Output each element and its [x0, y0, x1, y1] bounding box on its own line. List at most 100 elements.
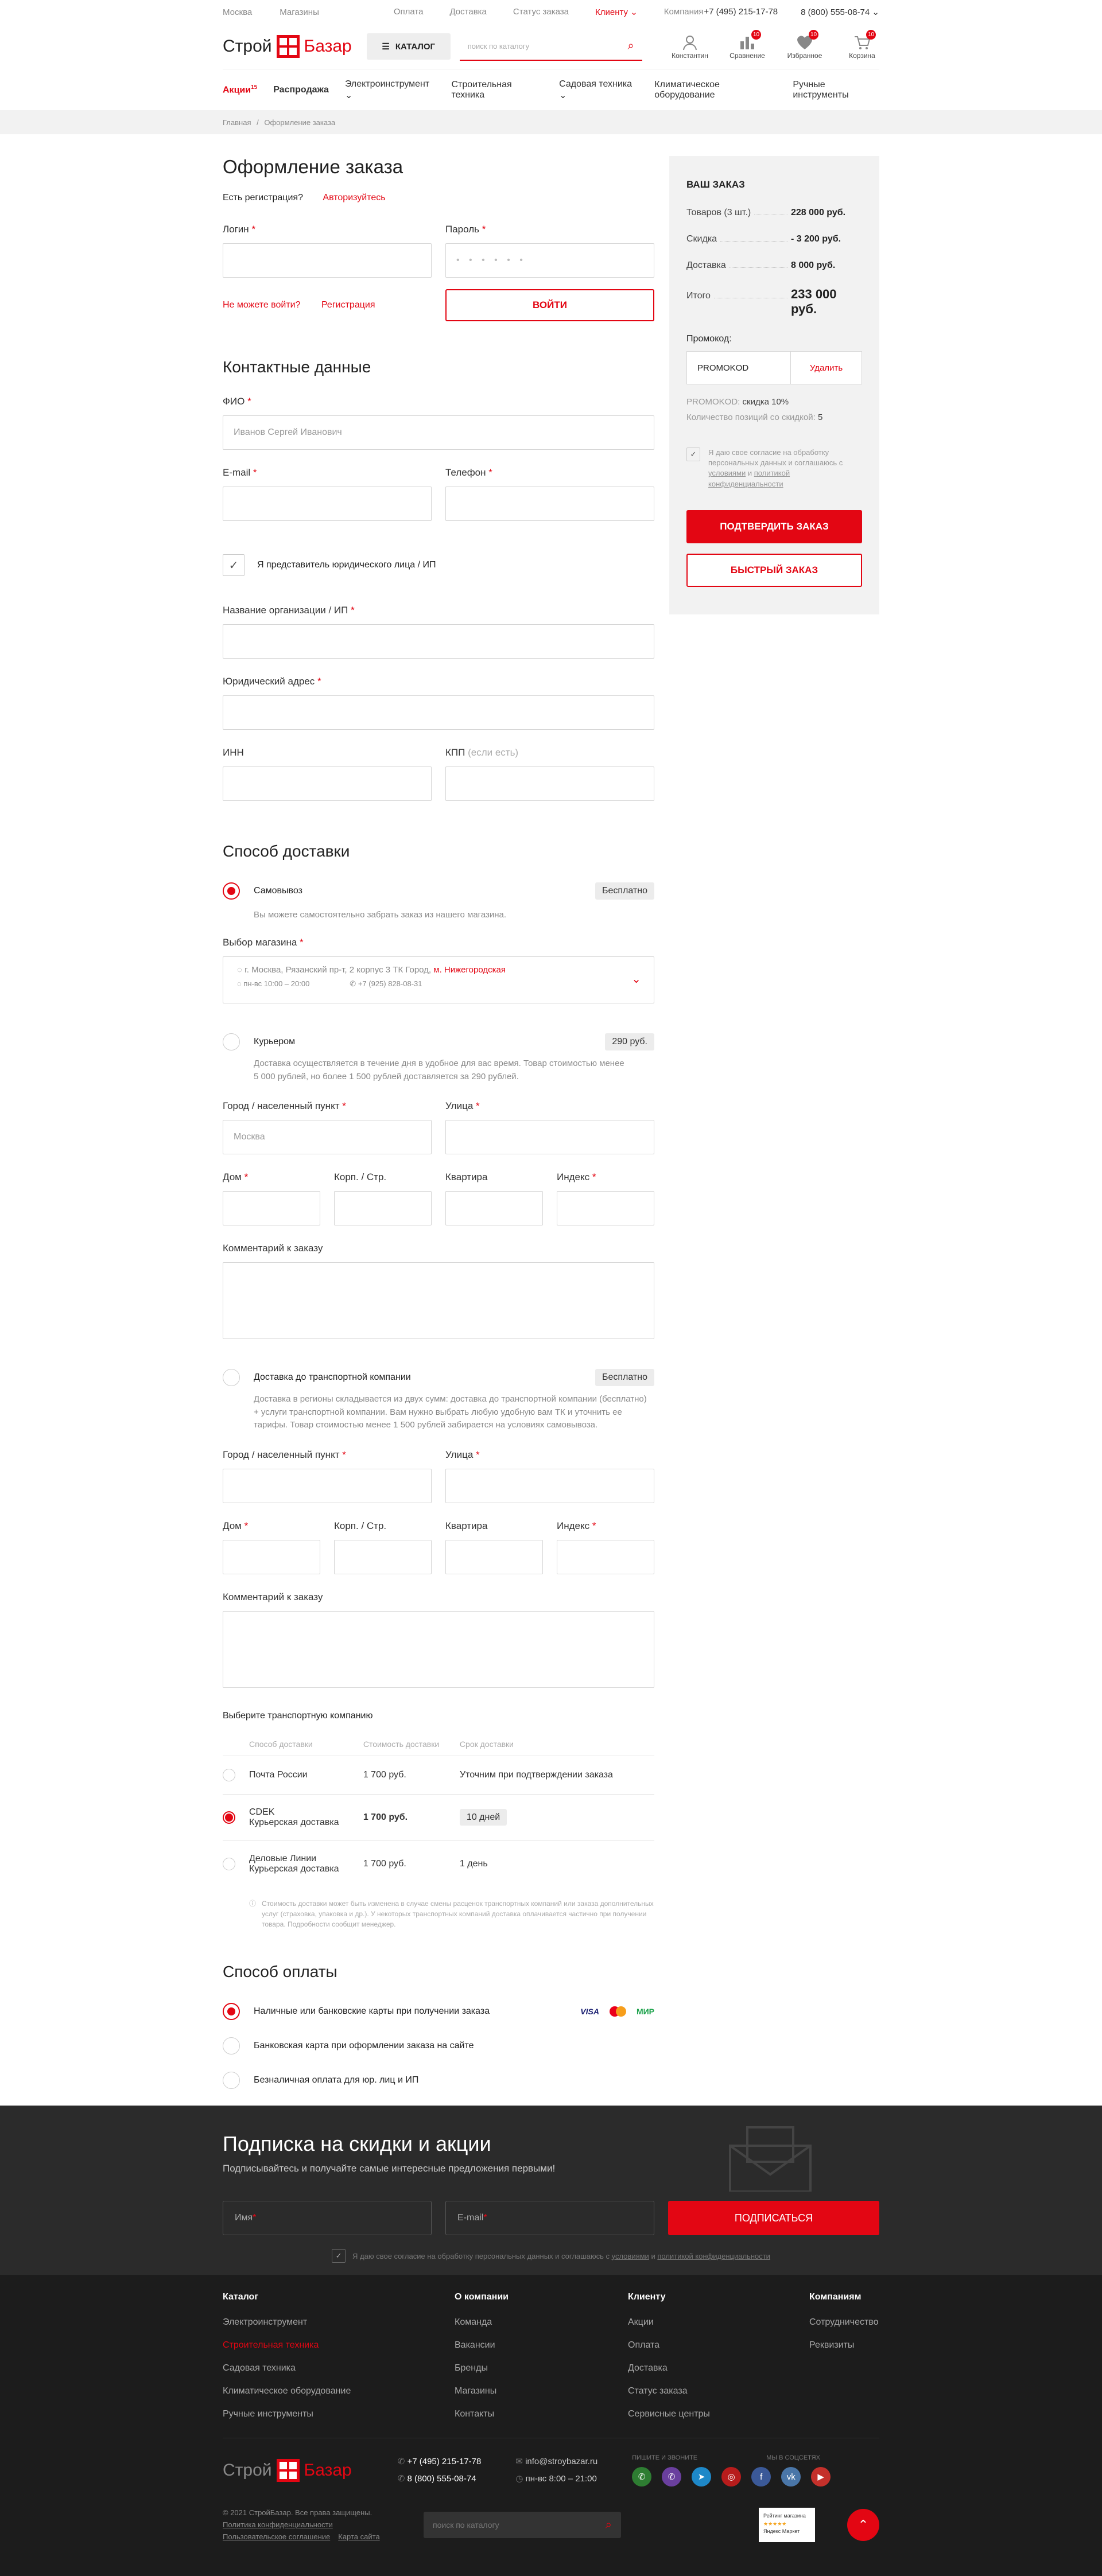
index-input[interactable] [557, 1191, 654, 1225]
promo-input[interactable]: PROMOKOD [687, 352, 790, 384]
whatsapp-icon[interactable]: ✆ [632, 2467, 652, 2486]
footer-link[interactable]: Магазины [455, 2386, 628, 2396]
footer-link[interactable]: Акции [628, 2317, 809, 2328]
nav-item-hand-tools[interactable]: Ручные инструменты [793, 80, 879, 100]
delivery-option-tc[interactable]: Доставка до транспортной компании Беспла… [223, 1369, 654, 1386]
cant-login-link[interactable]: Не можете войти? [223, 300, 301, 310]
payment-link[interactable]: Оплата [394, 7, 424, 17]
kpp-input[interactable] [445, 766, 654, 801]
delivery-link[interactable]: Доставка [449, 7, 486, 17]
table-row[interactable]: CDEK Курьерская доставка 1 700 руб. 10 дн… [223, 1793, 654, 1840]
table-row[interactable]: Почта России 1 700 руб. Уточним при подт… [223, 1755, 654, 1794]
promo-delete-button[interactable]: Удалить [790, 352, 862, 384]
payment-option-cashless[interactable]: Безналичная оплата для юр. лиц и ИП [223, 2071, 654, 2089]
email-input[interactable] [223, 487, 432, 521]
login-link[interactable]: Авторизуйтесь [323, 193, 385, 203]
client-menu[interactable]: Клиенту ⌄ [595, 7, 638, 17]
legal-address-input[interactable] [223, 695, 654, 730]
logo[interactable]: Строй Базар [223, 35, 352, 58]
subscribe-button[interactable]: ПОДПИСАТЬСЯ [668, 2201, 879, 2235]
tc-city-input[interactable] [223, 1468, 432, 1503]
footer-link[interactable]: Команда [455, 2317, 628, 2328]
subscribe-agree-checkbox[interactable]: ✓ Я даю свое согласие на обработку персо… [223, 2249, 879, 2263]
login-button[interactable]: ВОЙТИ [445, 289, 654, 321]
order-status-link[interactable]: Статус заказа [513, 7, 569, 17]
nav-item-climate[interactable]: Климатическое оборудование [654, 80, 777, 100]
payment-option-cash[interactable]: Наличные или банковские карты при получе… [223, 2002, 654, 2020]
footer-link[interactable]: Садовая техника [223, 2363, 455, 2373]
instagram-icon[interactable]: ◎ [721, 2467, 742, 2486]
footer-link[interactable]: Вакансии [455, 2340, 628, 2351]
footer-link[interactable]: Климатическое оборудование [223, 2386, 455, 2396]
tc-house-input[interactable] [223, 1539, 320, 1574]
catalog-button[interactable]: ☰ КАТАЛОГ [366, 33, 451, 60]
subscribe-name-input[interactable]: Имя * [223, 2201, 432, 2235]
table-row[interactable]: Деловые Линии Курьерская доставка 1 700 р… [223, 1840, 654, 1887]
tc-flat-input[interactable] [445, 1539, 543, 1574]
phone-input[interactable] [445, 487, 654, 521]
facebook-icon[interactable]: f [751, 2467, 771, 2486]
footer-link[interactable]: Ручные инструменты [223, 2409, 455, 2419]
footer-link[interactable]: Сотрудничество [809, 2317, 879, 2328]
telegram-icon[interactable]: ➤ [692, 2467, 712, 2486]
footer-link[interactable]: Сервисные центры [628, 2409, 809, 2419]
flat-input[interactable] [445, 1191, 543, 1225]
footer-link[interactable]: Доставка [628, 2363, 809, 2373]
house-input[interactable] [223, 1191, 320, 1225]
rating-badge[interactable]: Рейтинг магазина ★★★★★ Яндекс Маркет [759, 2508, 815, 2543]
confirm-order-button[interactable]: ПОДТВЕРДИТЬ ЗАКАЗ [686, 509, 862, 543]
footer-link[interactable]: Электроинструмент [223, 2317, 455, 2328]
org-input[interactable] [223, 624, 654, 659]
fio-input[interactable]: Иванов Сергей Иванович [223, 415, 654, 450]
tc-street-input[interactable] [445, 1468, 654, 1503]
tc-comment-textarea[interactable] [223, 1610, 654, 1688]
account-button[interactable]: Константин [672, 33, 708, 60]
korp-input[interactable] [334, 1191, 432, 1225]
nav-item-construction[interactable]: Строительная техника [451, 80, 543, 100]
agree-checkbox[interactable]: ✓ Я даю свое согласие на обработку персо… [686, 448, 862, 489]
search-input[interactable]: поиск по каталогу ⌕ [459, 32, 642, 61]
inn-input[interactable] [223, 766, 432, 801]
compare-button[interactable]: 10 Сравнение [730, 30, 765, 60]
search-icon[interactable]: ⌕ [606, 2519, 612, 2532]
delivery-option-pickup[interactable]: Самовывоз Бесплатно [223, 882, 654, 900]
tc-korp-input[interactable] [334, 1539, 432, 1574]
top-phone-1[interactable]: +7 (495) 215-17-78 [704, 7, 778, 17]
store-select[interactable]: ◌ г. Москва, Рязанский пр-т, 2 корпус 3 … [223, 956, 654, 1003]
breadcrumb-home[interactable]: Главная [223, 118, 251, 127]
scroll-top-button[interactable]: ⌃ [847, 2509, 879, 2542]
tc-index-input[interactable] [557, 1539, 654, 1574]
favorites-button[interactable]: 10 Избранное [787, 30, 822, 60]
nav-item-sale[interactable]: Распродажа [273, 85, 329, 95]
footer-search-input[interactable]: поиск по каталогу ⌕ [424, 2512, 621, 2539]
footer-link[interactable]: Реквизиты [809, 2340, 879, 2351]
city-input[interactable]: Москва [223, 1120, 432, 1154]
register-link[interactable]: Регистрация [321, 300, 375, 310]
cart-button[interactable]: 10 Корзина [845, 30, 879, 60]
viber-icon[interactable]: ✆ [662, 2467, 682, 2486]
footer-link[interactable]: Статус заказа [628, 2386, 809, 2396]
footer-logo[interactable]: Строй Базар [223, 2459, 352, 2482]
search-icon[interactable]: ⌕ [628, 40, 634, 53]
footer-link[interactable]: Оплата [628, 2340, 809, 2351]
login-input[interactable] [223, 243, 432, 278]
footer-link[interactable]: Строительная техника [223, 2340, 455, 2351]
nav-item-garden[interactable]: Садовая техника ⌄ [559, 79, 638, 101]
legal-entity-checkbox[interactable]: ✓ Я представитель юридического лица / ИП [223, 554, 654, 576]
nav-item-power-tools[interactable]: Электроинструмент ⌄ [345, 79, 436, 101]
stores-link[interactable]: Магазины [280, 7, 319, 17]
youtube-icon[interactable]: ▶ [811, 2467, 831, 2486]
company-link[interactable]: Компания [664, 7, 704, 17]
street-input[interactable] [445, 1120, 654, 1154]
nav-item-akcii[interactable]: Акции15 [223, 84, 257, 95]
footer-link[interactable]: Контакты [455, 2409, 628, 2419]
footer-link[interactable]: Бренды [455, 2363, 628, 2373]
password-input[interactable]: • • • • • • [445, 243, 654, 278]
delivery-option-courier[interactable]: Курьером 290 руб. [223, 1033, 654, 1050]
subscribe-email-input[interactable]: E-mail * [445, 2201, 654, 2235]
comment-textarea[interactable] [223, 1262, 654, 1339]
payment-option-card-online[interactable]: Банковская карта при оформлении заказа н… [223, 2037, 654, 2054]
quick-order-button[interactable]: БЫСТРЫЙ ЗАКАЗ [686, 553, 862, 587]
terms-link[interactable]: условиями [708, 469, 746, 477]
vk-icon[interactable]: vk [781, 2467, 801, 2486]
